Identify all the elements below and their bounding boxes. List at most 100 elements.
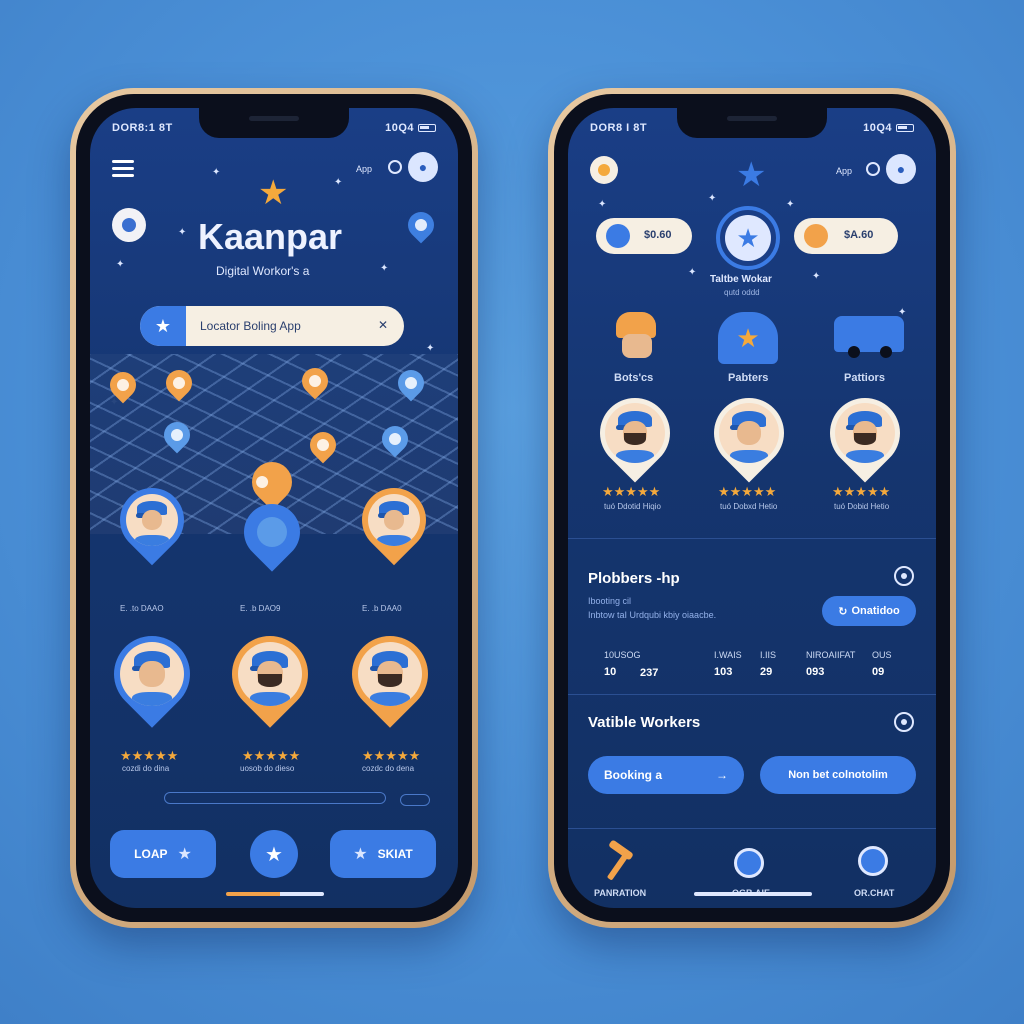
rating-stars: ★★★★★ bbox=[362, 748, 421, 763]
stat-value: 29 bbox=[760, 666, 773, 678]
load-button[interactable]: LOAP ★ bbox=[110, 830, 216, 878]
stat-item: OUS 09 bbox=[872, 650, 892, 678]
category-plumbers[interactable] bbox=[834, 316, 906, 360]
home-indicator bbox=[694, 892, 812, 896]
worker-pin[interactable] bbox=[98, 620, 206, 728]
left-phone-bezel: DOR8:1 8T 10Q4 App ● ★ ✦ ✦ ✦ ✦ ✦ ✦ Kaanp… bbox=[76, 94, 472, 922]
menu-icon[interactable] bbox=[112, 160, 134, 177]
profile-icon[interactable]: ● bbox=[408, 152, 438, 182]
right-phone: DOR8 I 8T 10Q4 ★ App ● ✦ ✦ ✦ ✦ ✦ ✦ $0.60 bbox=[548, 88, 956, 928]
plumbers-line1: Ibooting cil bbox=[588, 596, 632, 606]
sparkle-icon: ✦ bbox=[334, 177, 343, 188]
stat-label: I.WAIS bbox=[714, 650, 742, 660]
rating-label: tuó Ddotid Hiqio bbox=[604, 502, 661, 511]
sparkle-icon: ✦ bbox=[688, 267, 697, 278]
sparkle-icon: ✦ bbox=[786, 199, 795, 210]
category-label: Pattiors bbox=[844, 372, 885, 384]
target-icon[interactable] bbox=[866, 162, 880, 176]
price-left: $0.60 bbox=[644, 229, 672, 241]
star-icon: ★ bbox=[736, 156, 767, 194]
profile-icon[interactable]: ● bbox=[886, 154, 916, 184]
star-icon: ★ bbox=[353, 846, 368, 863]
worker-pin[interactable] bbox=[699, 383, 799, 483]
slider-track[interactable] bbox=[164, 792, 386, 804]
worker-avatar bbox=[835, 403, 895, 463]
star-icon: ★ bbox=[258, 174, 289, 212]
rating-stars: ★★★★★ bbox=[718, 484, 777, 499]
plumbers-line2: Inbtow taI Urdqubi kbiy oiaacbe. bbox=[588, 610, 717, 620]
worker-pin[interactable] bbox=[585, 383, 685, 483]
worker-avatar bbox=[120, 642, 184, 706]
user-icon bbox=[122, 218, 136, 232]
home-indicator bbox=[226, 892, 324, 896]
plumbers-action-button[interactable]: ↻ Onatidoo bbox=[822, 596, 916, 626]
sparkle-icon: ✦ bbox=[812, 271, 821, 282]
app-subtitle: Digital Workor's a bbox=[216, 264, 310, 278]
sparkle-icon: ✦ bbox=[116, 259, 125, 270]
plumbers-title: Plobbers -hp bbox=[588, 570, 680, 587]
sparkle-icon: ✦ bbox=[426, 343, 435, 354]
category-painters[interactable]: ★ bbox=[718, 312, 778, 364]
target-icon[interactable] bbox=[894, 566, 914, 586]
start-button[interactable]: ★ SKIAT bbox=[330, 830, 436, 878]
center-caption-sub: qutd oddd bbox=[724, 288, 760, 297]
search-bar[interactable]: ★ Locator Boling App ✕ bbox=[140, 306, 404, 346]
stat-label: I.IIS bbox=[760, 650, 777, 660]
search-input[interactable]: Locator Boling App bbox=[200, 319, 301, 333]
secondary-action-button[interactable]: Non bet colnotolim bbox=[760, 756, 916, 794]
refresh-icon: ↻ bbox=[838, 605, 848, 618]
status-battery-label: 10Q4 bbox=[863, 122, 892, 134]
pin-label: E. .b DAA0 bbox=[362, 604, 402, 613]
stat-label: NIROAIIFAT bbox=[806, 650, 856, 660]
search-icon bbox=[734, 848, 764, 878]
status-battery: 10Q4 bbox=[863, 122, 914, 134]
notch bbox=[677, 108, 827, 138]
app-title: Kaanpar bbox=[198, 216, 343, 257]
target-icon[interactable] bbox=[388, 160, 402, 174]
worker-avatar bbox=[126, 494, 178, 546]
right-screen: DOR8 I 8T 10Q4 ★ App ● ✦ ✦ ✦ ✦ ✦ ✦ $0.60 bbox=[568, 108, 936, 908]
stat-item: 237 bbox=[640, 650, 658, 679]
battery-icon bbox=[896, 124, 914, 133]
star-icon: ★ bbox=[177, 846, 192, 863]
sun-icon[interactable] bbox=[590, 156, 618, 184]
stat-value: 103 bbox=[714, 666, 733, 678]
search-star-button[interactable]: ★ bbox=[140, 306, 186, 346]
pin-label: E. .b DAO9 bbox=[240, 604, 281, 613]
stat-value: 237 bbox=[640, 667, 659, 679]
app-label: App bbox=[836, 166, 853, 176]
featured-badge[interactable]: ★ bbox=[716, 206, 780, 270]
location-pin-icon[interactable] bbox=[402, 206, 440, 244]
nav-item-chat[interactable]: OR.CHAT bbox=[840, 844, 904, 904]
worker-pin[interactable] bbox=[815, 383, 915, 483]
stat-label: OUS bbox=[872, 650, 892, 660]
left-screen: DOR8:1 8T 10Q4 App ● ★ ✦ ✦ ✦ ✦ ✦ ✦ Kaanp… bbox=[90, 108, 458, 908]
worker-pin[interactable] bbox=[216, 620, 324, 728]
secondary-action-label: Non bet colnotolim bbox=[788, 769, 888, 781]
start-button-label: SKIAT bbox=[377, 847, 413, 861]
nav-item-pantation[interactable]: PANRATION bbox=[594, 839, 658, 904]
toggle-control[interactable] bbox=[400, 794, 430, 806]
favorite-button[interactable]: ★ bbox=[250, 830, 298, 878]
worker-avatar bbox=[358, 642, 422, 706]
stat-value: 10 bbox=[604, 666, 617, 678]
rating-stars: ★★★★★ bbox=[602, 484, 661, 499]
worker-pin[interactable] bbox=[336, 620, 444, 728]
status-time: DOR8 I 8T bbox=[590, 122, 648, 134]
search-icon[interactable]: ✕ bbox=[378, 318, 388, 332]
booking-button[interactable]: Booking a → bbox=[588, 756, 744, 794]
section-divider bbox=[568, 828, 936, 829]
user-avatar[interactable] bbox=[112, 208, 146, 242]
price-pill-left[interactable]: $0.60 bbox=[596, 218, 692, 254]
target-icon[interactable] bbox=[894, 712, 914, 732]
worker-avatar bbox=[368, 494, 420, 546]
category-builders[interactable] bbox=[608, 312, 668, 364]
center-caption: Taltbe Wokar bbox=[710, 274, 772, 285]
sparkle-icon: ✦ bbox=[178, 227, 187, 238]
arrow-right-icon: → bbox=[716, 768, 728, 782]
battery-icon bbox=[418, 124, 436, 133]
price-pill-right[interactable]: $A.60 bbox=[794, 218, 898, 254]
stat-item: I.IIS 29 bbox=[760, 650, 776, 678]
sparkle-icon: ✦ bbox=[708, 193, 717, 204]
stat-item: NIROAIIFAT 093 bbox=[806, 650, 855, 678]
